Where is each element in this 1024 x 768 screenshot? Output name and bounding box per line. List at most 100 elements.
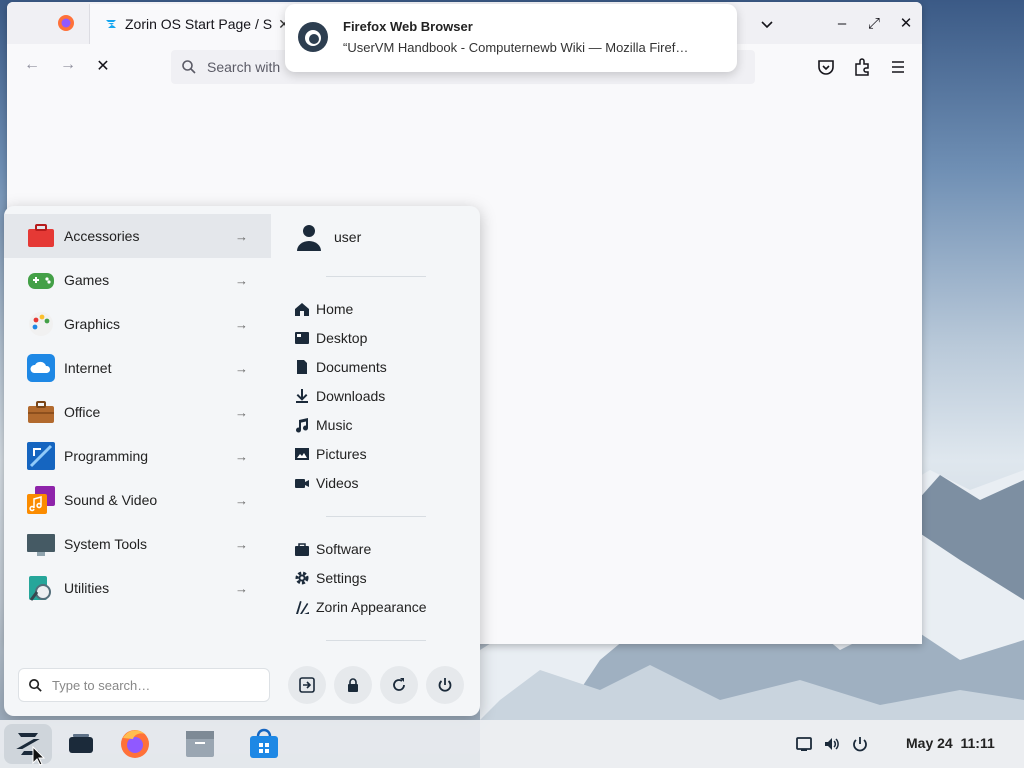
category-accessories[interactable]: Accessories → <box>4 214 271 258</box>
category-utilities[interactable]: Utilities → <box>4 566 271 610</box>
arrow-right-icon: → <box>235 360 248 376</box>
logout-button[interactable] <box>288 666 326 704</box>
place-videos[interactable]: Videos <box>294 472 359 494</box>
clock-time: 11:11 <box>960 735 995 751</box>
forward-icon[interactable]: → <box>57 56 79 78</box>
place-documents[interactable]: Documents <box>294 356 387 378</box>
user-button[interactable]: user <box>296 222 361 252</box>
gamepad-icon <box>28 273 54 289</box>
place-label: Downloads <box>316 388 386 404</box>
minimize-icon[interactable]: – <box>826 15 858 32</box>
taskbar: May 24 11:11 <box>0 720 1024 768</box>
user-name: user <box>334 229 362 245</box>
category-system-tools[interactable]: System Tools → <box>4 522 271 566</box>
maximize-icon[interactable]: ⤢ <box>858 15 890 32</box>
search-placeholder: Type to search… <box>52 677 151 693</box>
power-icon <box>438 678 452 692</box>
arrow-right-icon: → <box>235 228 248 244</box>
separator <box>326 516 426 517</box>
music-icon <box>296 418 309 433</box>
display-icon[interactable] <box>795 735 813 753</box>
desktop-icon <box>295 332 309 344</box>
category-label: Internet <box>64 360 112 376</box>
chevron-down-icon[interactable] <box>757 14 777 34</box>
system-label: Zorin Appearance <box>316 599 427 615</box>
arrow-right-icon: → <box>235 448 248 464</box>
place-downloads[interactable]: Downloads <box>294 385 385 407</box>
system-settings[interactable]: Settings <box>294 567 367 589</box>
place-desktop[interactable]: Desktop <box>294 327 367 349</box>
category-sound-video[interactable]: Sound & Video → <box>4 478 271 522</box>
user-avatar-icon <box>297 225 321 251</box>
place-label: Pictures <box>316 446 367 462</box>
zorin-icon <box>106 20 116 28</box>
place-home[interactable]: Home <box>294 298 353 320</box>
toolbox-icon <box>28 224 54 247</box>
volume-icon[interactable] <box>823 735 841 753</box>
system-zorin-appearance[interactable]: Zorin Appearance <box>294 596 427 618</box>
arrow-right-icon: → <box>235 404 248 420</box>
stop-loading-icon[interactable]: ✕ <box>92 56 114 78</box>
place-label: Music <box>316 417 353 433</box>
video-icon <box>295 479 309 488</box>
close-icon[interactable]: ✕ <box>890 14 922 32</box>
power-off-button[interactable] <box>426 666 464 704</box>
extensions-icon[interactable] <box>851 56 873 78</box>
files-icon[interactable] <box>183 728 217 760</box>
category-label: Programming <box>64 448 149 464</box>
arrow-right-icon: → <box>235 316 248 332</box>
palette-icon <box>29 312 53 336</box>
system-label: Software <box>316 541 372 557</box>
category-office[interactable]: Office → <box>4 390 271 434</box>
category-programming[interactable]: Programming → <box>4 434 271 478</box>
url-placeholder: Search with <box>207 59 281 75</box>
tab-title: Zorin OS Start Page / S <box>125 16 273 32</box>
hamburger-menu-icon[interactable] <box>887 56 909 78</box>
place-label: Home <box>316 301 354 317</box>
pocket-icon[interactable] <box>815 56 837 78</box>
search-icon <box>182 60 196 74</box>
code-icon <box>27 442 55 470</box>
mouse-pointer-icon <box>32 746 46 766</box>
arrow-right-icon: → <box>235 492 248 508</box>
category-games[interactable]: Games → <box>4 258 271 302</box>
firefox-icon <box>298 22 328 52</box>
appearance-icon <box>296 601 309 614</box>
gear-icon <box>295 571 309 585</box>
category-label: Utilities <box>64 580 110 596</box>
category-label: Accessories <box>64 228 140 244</box>
tab-zorin-start-page[interactable]: Zorin OS Start Page / S ✕ <box>89 4 299 44</box>
system-software[interactable]: Software <box>294 538 371 560</box>
category-label: Sound & Video <box>64 492 158 508</box>
download-icon <box>296 389 308 403</box>
bag-icon <box>295 543 309 556</box>
system-label: Settings <box>316 570 367 586</box>
start-menu: Accessories → Games → Graphics → Interne… <box>4 206 480 716</box>
home-icon <box>295 303 309 316</box>
utilities-icon <box>29 576 51 601</box>
place-pictures[interactable]: Pictures <box>294 443 367 465</box>
notification-popup[interactable]: Firefox Web Browser “UserVM Handbook - C… <box>285 4 737 72</box>
workspaces-icon[interactable] <box>64 728 98 760</box>
firefox-tab-icon[interactable] <box>57 14 75 32</box>
restart-icon <box>393 678 405 691</box>
place-music[interactable]: Music <box>294 414 353 436</box>
software-store-icon[interactable] <box>247 728 281 760</box>
menu-search-input[interactable]: Type to search… <box>18 668 270 702</box>
arrow-right-icon: → <box>235 272 248 288</box>
logout-icon <box>299 677 315 693</box>
category-internet[interactable]: Internet → <box>4 346 271 390</box>
document-icon <box>297 360 307 374</box>
power-icon[interactable] <box>851 735 869 753</box>
back-icon[interactable]: ← <box>21 56 43 78</box>
category-label: Graphics <box>64 316 121 332</box>
notification-body: “UserVM Handbook - Computernewb Wiki — M… <box>343 40 689 55</box>
firefox-icon[interactable] <box>118 728 152 760</box>
lock-button[interactable] <box>334 666 372 704</box>
category-graphics[interactable]: Graphics → <box>4 302 271 346</box>
picture-icon <box>295 448 309 460</box>
category-label: System Tools <box>64 536 147 552</box>
clock[interactable]: May 24 11:11 <box>906 735 995 751</box>
restart-button[interactable] <box>380 666 418 704</box>
separator <box>326 640 426 641</box>
